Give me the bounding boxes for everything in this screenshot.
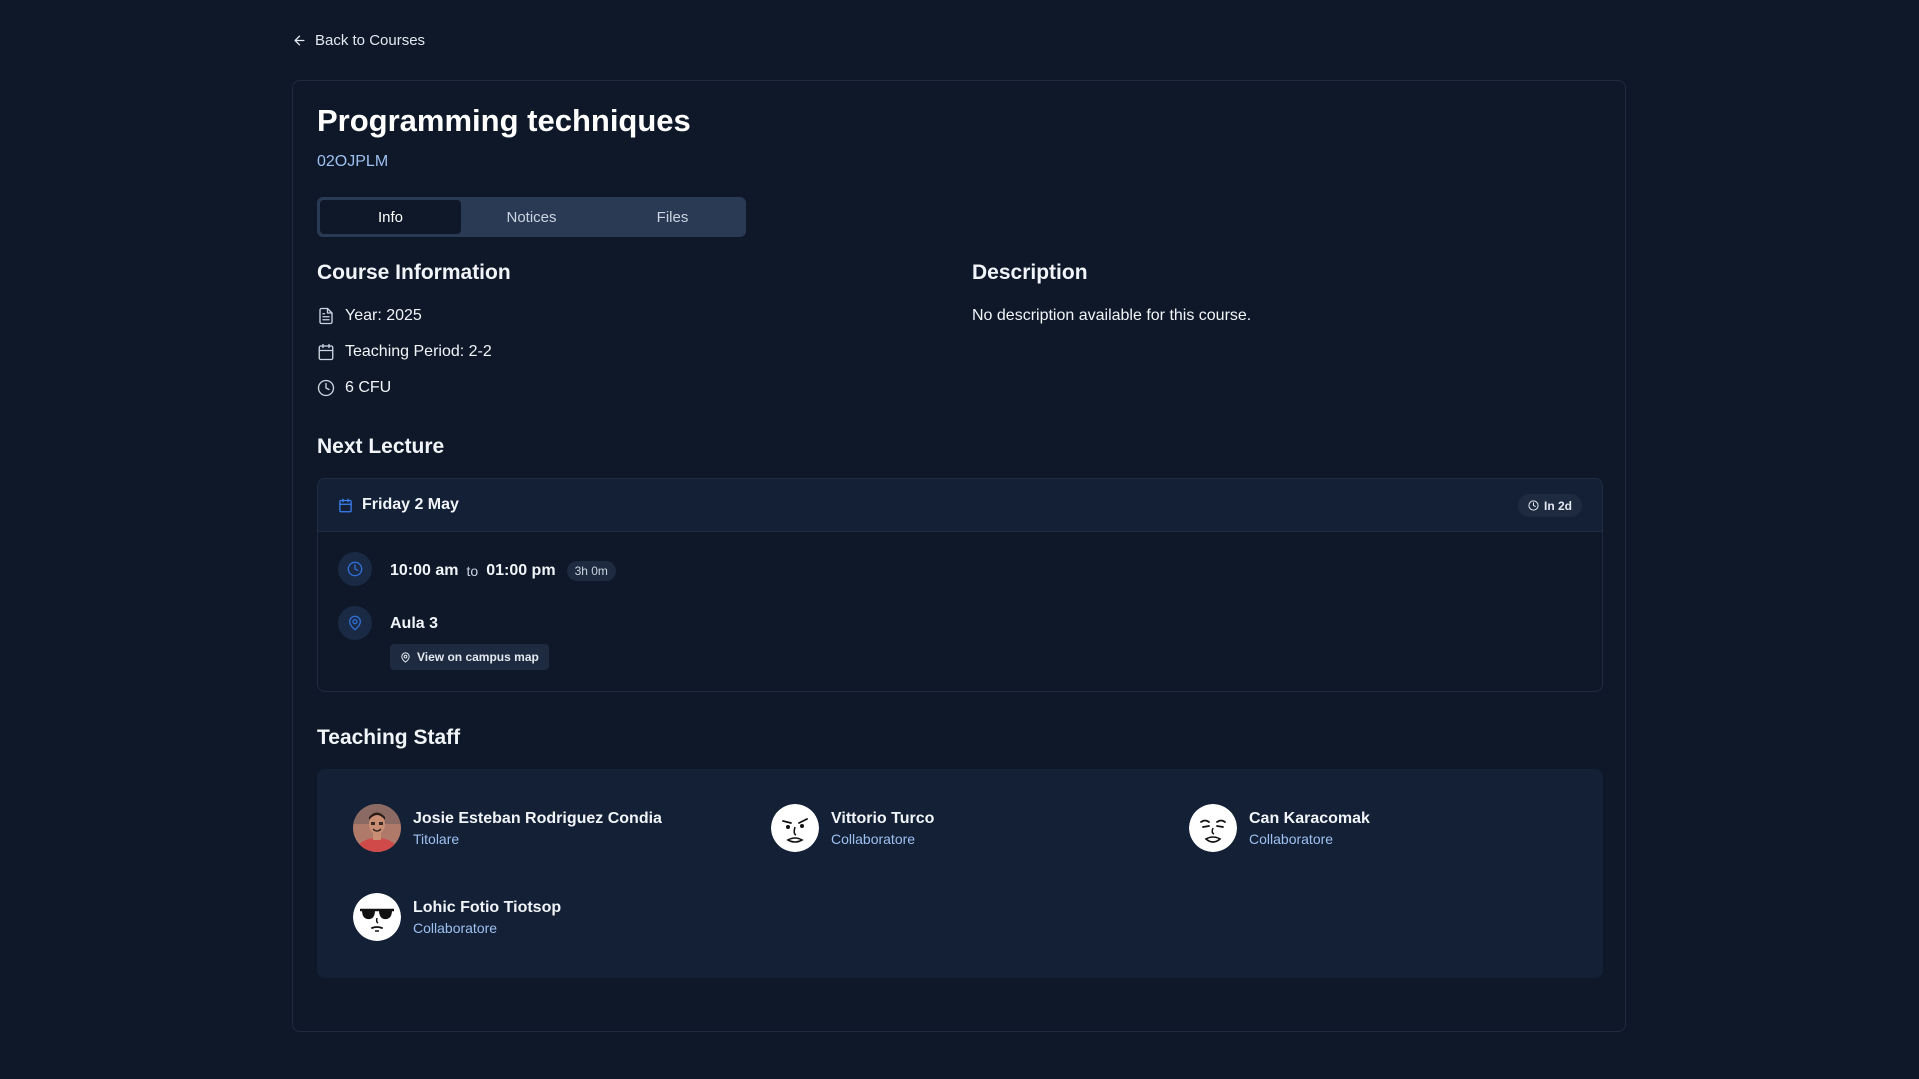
year-row: Year: 2025 [317,307,422,325]
tab-info[interactable]: Info [320,200,461,234]
end-time: 01:00 pm [486,562,556,579]
staff-role: Titolare [413,830,460,847]
cartoon-face-avatar [1189,804,1237,852]
tab-notices[interactable]: Notices [461,200,602,234]
view-campus-map-button[interactable]: View on campus map [390,644,549,670]
photo-avatar [353,804,401,852]
staff-info: Can Karacomak Collaboratore [1249,808,1370,849]
teaching-staff-heading: Teaching Staff [317,726,461,749]
staff-member[interactable]: Can Karacomak Collaboratore [1189,804,1370,852]
document-icon [319,307,333,325]
staff-role: Collaboratore [413,919,498,936]
description-text: No description available for this course… [972,307,1252,324]
map-button-label: View on campus map [417,650,539,664]
lecture-date-text: Friday 2 May [362,496,459,513]
calendar-icon [318,343,334,361]
description-heading: Description [972,261,1088,284]
credits-row: 6 CFU [317,379,391,397]
lecture-header: Friday 2 May In 2d [318,479,1602,532]
room-name: Aula 3 [390,615,439,632]
next-lecture-card: Friday 2 May In 2d 10:00 am to 01:00 pm … [317,478,1603,692]
sunglasses-face-avatar [353,893,401,941]
back-label: Back to Courses [315,32,426,49]
staff-name: Lohic Fotio Tiotsop [413,898,562,916]
calendar-icon [339,498,352,512]
staff-info: Vittorio Turco Collaboratore [831,808,934,849]
back-to-courses-link[interactable]: Back to Courses [292,32,425,49]
countdown-badge: In 2d [1517,494,1582,517]
teaching-staff-panel: Josie Esteban Rodriguez Condia Titolare … [317,769,1603,978]
clock-icon [1528,500,1539,511]
tab-files[interactable]: Files [602,200,743,234]
clock-icon [317,379,335,397]
staff-info: Lohic Fotio Tiotsop Collaboratore [413,897,561,938]
staff-role: Collaboratore [831,830,916,847]
start-time: 10:00 am [390,562,459,579]
course-info-heading: Course Information [317,261,511,284]
next-lecture-heading: Next Lecture [317,435,445,458]
to-label: to [466,563,479,579]
staff-name: Josie Esteban Rodriguez Condia [413,809,662,827]
staff-member[interactable]: Lohic Fotio Tiotsop Collaboratore [353,893,561,941]
teaching-period-row: Teaching Period: 2-2 [317,343,492,361]
staff-member[interactable]: Vittorio Turco Collaboratore [771,804,934,852]
staff-name: Can Karacomak [1249,809,1370,827]
staff-name: Vittorio Turco [831,809,935,827]
time-icon-circle [338,552,372,586]
clock-icon [347,561,363,577]
course-code: 02OJPLM [317,153,389,170]
staff-member[interactable]: Josie Esteban Rodriguez Condia Titolare [353,804,662,852]
staff-role: Collaboratore [1249,830,1334,847]
staff-info: Josie Esteban Rodriguez Condia Titolare [413,808,662,849]
lecture-date: Friday 2 May [338,496,459,514]
course-title: Programming techniques [317,103,691,138]
countdown-text: In 2d [1543,498,1572,513]
tab-bar: Info Notices Files [317,197,746,237]
course-card: Programming techniques 02OJPLM Info Noti… [292,80,1626,1032]
credits-text: 6 CFU [345,379,392,396]
map-pin-icon [349,615,361,631]
map-pin-icon [401,651,410,663]
duration-badge: 3h 0m [566,561,616,581]
year-text: Year: 2025 [345,307,422,324]
cartoon-face-avatar [771,804,819,852]
lecture-time: 10:00 am to 01:00 pm 3h 0m [390,561,616,581]
teaching-period-text: Teaching Period: 2-2 [345,343,492,360]
location-icon-circle [338,606,372,640]
arrow-left-icon [294,35,305,46]
